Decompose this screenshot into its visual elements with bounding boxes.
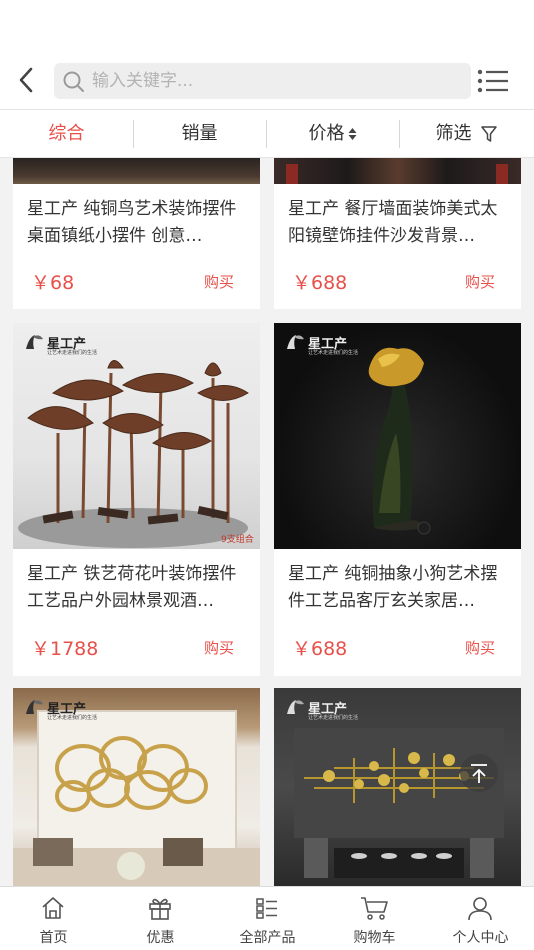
product-grid: 星工产 纯铜鸟艺术装饰摆件桌面镇纸小摆件 创意… ￥68 购买 星工产 餐厅墙面… [0, 158, 534, 886]
brand-logo: 星工产 让艺术走进我们的生活 [23, 331, 97, 357]
filter-tab-label: 价格 [308, 123, 345, 144]
list-icon [256, 898, 277, 919]
cart-icon [361, 897, 388, 920]
dog-sculpture-illustration [368, 347, 431, 535]
filter-tab-sales[interactable]: 销量 [133, 110, 266, 158]
gift-icon [149, 898, 171, 920]
funnel-icon [480, 126, 497, 142]
user-icon [468, 897, 492, 921]
filter-tab-label: 筛选 [435, 123, 472, 144]
buy-button[interactable]: 购买 [465, 271, 495, 292]
home-icon [42, 897, 64, 919]
product-card[interactable]: 星工产 纯铜鸟艺术装饰摆件桌面镇纸小摆件 创意… ￥68 购买 [13, 158, 260, 309]
status-bar [0, 0, 534, 52]
tab-all-products[interactable]: 全部产品 [214, 887, 321, 950]
product-card[interactable]: 星工产 让艺术走进我们的生活 [13, 688, 260, 886]
brand-logo: 星工产 让艺术走进我们的生活 [23, 696, 97, 722]
tab-label: 全部产品 [239, 930, 296, 946]
list-menu-icon [477, 69, 508, 93]
arrow-up-icon [471, 764, 487, 783]
brand-slogan: 让艺术走进我们的生活 [47, 715, 98, 721]
bottom-tab-bar: 首页 优惠 全部产品 购物车 个人中心 [0, 886, 534, 950]
brand-logo-icon [287, 335, 304, 349]
chair-shape [286, 164, 298, 184]
brand-logo-icon [26, 335, 43, 349]
product-image [274, 158, 521, 184]
search-box[interactable] [54, 63, 471, 99]
product-price: ￥1788 [31, 638, 99, 660]
buy-button[interactable]: 购买 [204, 271, 234, 292]
product-title: 星工产 铁艺荷花叶装饰摆件工艺品户外园林景观酒… [27, 564, 237, 611]
filter-tab-screen[interactable]: 筛选 [399, 110, 534, 158]
tab-label: 购物车 [353, 930, 396, 946]
brand-logo-icon [287, 700, 304, 714]
tab-home[interactable]: 首页 [0, 887, 107, 950]
filter-tab-price[interactable]: 价格 [266, 110, 399, 158]
product-image: 9支组合 星工产 让艺术走进我们的生活 [13, 323, 260, 549]
product-price: ￥688 [292, 638, 348, 660]
brand-slogan: 让艺术走进我们的生活 [308, 715, 359, 721]
tab-cart[interactable]: 购物车 [321, 887, 428, 950]
brand-logo: 星工产 让艺术走进我们的生活 [284, 696, 358, 722]
product-image: 星工产 让艺术走进我们的生活 [274, 323, 521, 549]
product-title: 星工产 餐厅墙面装饰美式太阳镜壁饰挂件沙发背景… [288, 199, 498, 246]
back-to-top-button[interactable] [460, 754, 498, 792]
search-input[interactable] [92, 63, 462, 99]
buy-button[interactable]: 购买 [465, 637, 495, 658]
product-image: 星工产 让艺术走进我们的生活 [13, 688, 260, 886]
chair-shape [496, 164, 508, 184]
product-price: ￥688 [292, 272, 348, 294]
menu-button[interactable] [477, 68, 509, 94]
back-button[interactable] [14, 64, 40, 96]
brand-slogan: 让艺术走进我们的生活 [47, 350, 98, 356]
filter-tab-label: 销量 [181, 123, 218, 144]
brand-logo: 星工产 让艺术走进我们的生活 [284, 331, 358, 357]
filter-tab-comprehensive[interactable]: 综合 [0, 110, 133, 158]
tab-label: 优惠 [146, 930, 175, 946]
top-navigation-bar [0, 52, 534, 110]
tab-offers[interactable]: 优惠 [107, 887, 214, 950]
brand-logo-icon [26, 700, 43, 714]
product-card[interactable]: 星工产 让艺术走进我们的生活 星工产 纯铜抽象小狗艺术摆件工艺品客厅玄关家居… … [274, 323, 521, 676]
search-icon [63, 71, 84, 92]
product-image [13, 158, 260, 184]
sort-arrows-icon [348, 128, 356, 140]
buy-button[interactable]: 购买 [204, 637, 234, 658]
product-title: 星工产 纯铜抽象小狗艺术摆件工艺品客厅玄关家居… [288, 564, 498, 611]
product-card[interactable]: 9支组合 星工产 让艺术走进我们的生活 星工产 铁艺荷花叶装饰摆件工艺品户外园林… [13, 323, 260, 676]
chevron-left-icon [19, 67, 33, 93]
filter-bar: 综合 销量 价格 筛选 [0, 110, 534, 158]
tab-label: 首页 [39, 930, 68, 946]
tab-label: 个人中心 [452, 930, 509, 946]
lotus-sculpture-illustration: 9支组合 [18, 360, 254, 548]
filter-tab-label: 综合 [48, 123, 85, 144]
tab-profile[interactable]: 个人中心 [427, 887, 534, 950]
image-tag: 9支组合 [221, 533, 254, 545]
product-price: ￥68 [31, 272, 75, 294]
product-card[interactable]: 星工产 餐厅墙面装饰美式太阳镜壁饰挂件沙发背景… ￥688 购买 [274, 158, 521, 309]
product-title: 星工产 纯铜鸟艺术装饰摆件桌面镇纸小摆件 创意… [27, 199, 237, 246]
brand-slogan: 让艺术走进我们的生活 [308, 350, 359, 356]
product-list-page: 综合 销量 价格 筛选 星工产 纯铜鸟艺术装饰摆件桌面镇纸小摆件 创意… ￥68… [0, 0, 534, 950]
